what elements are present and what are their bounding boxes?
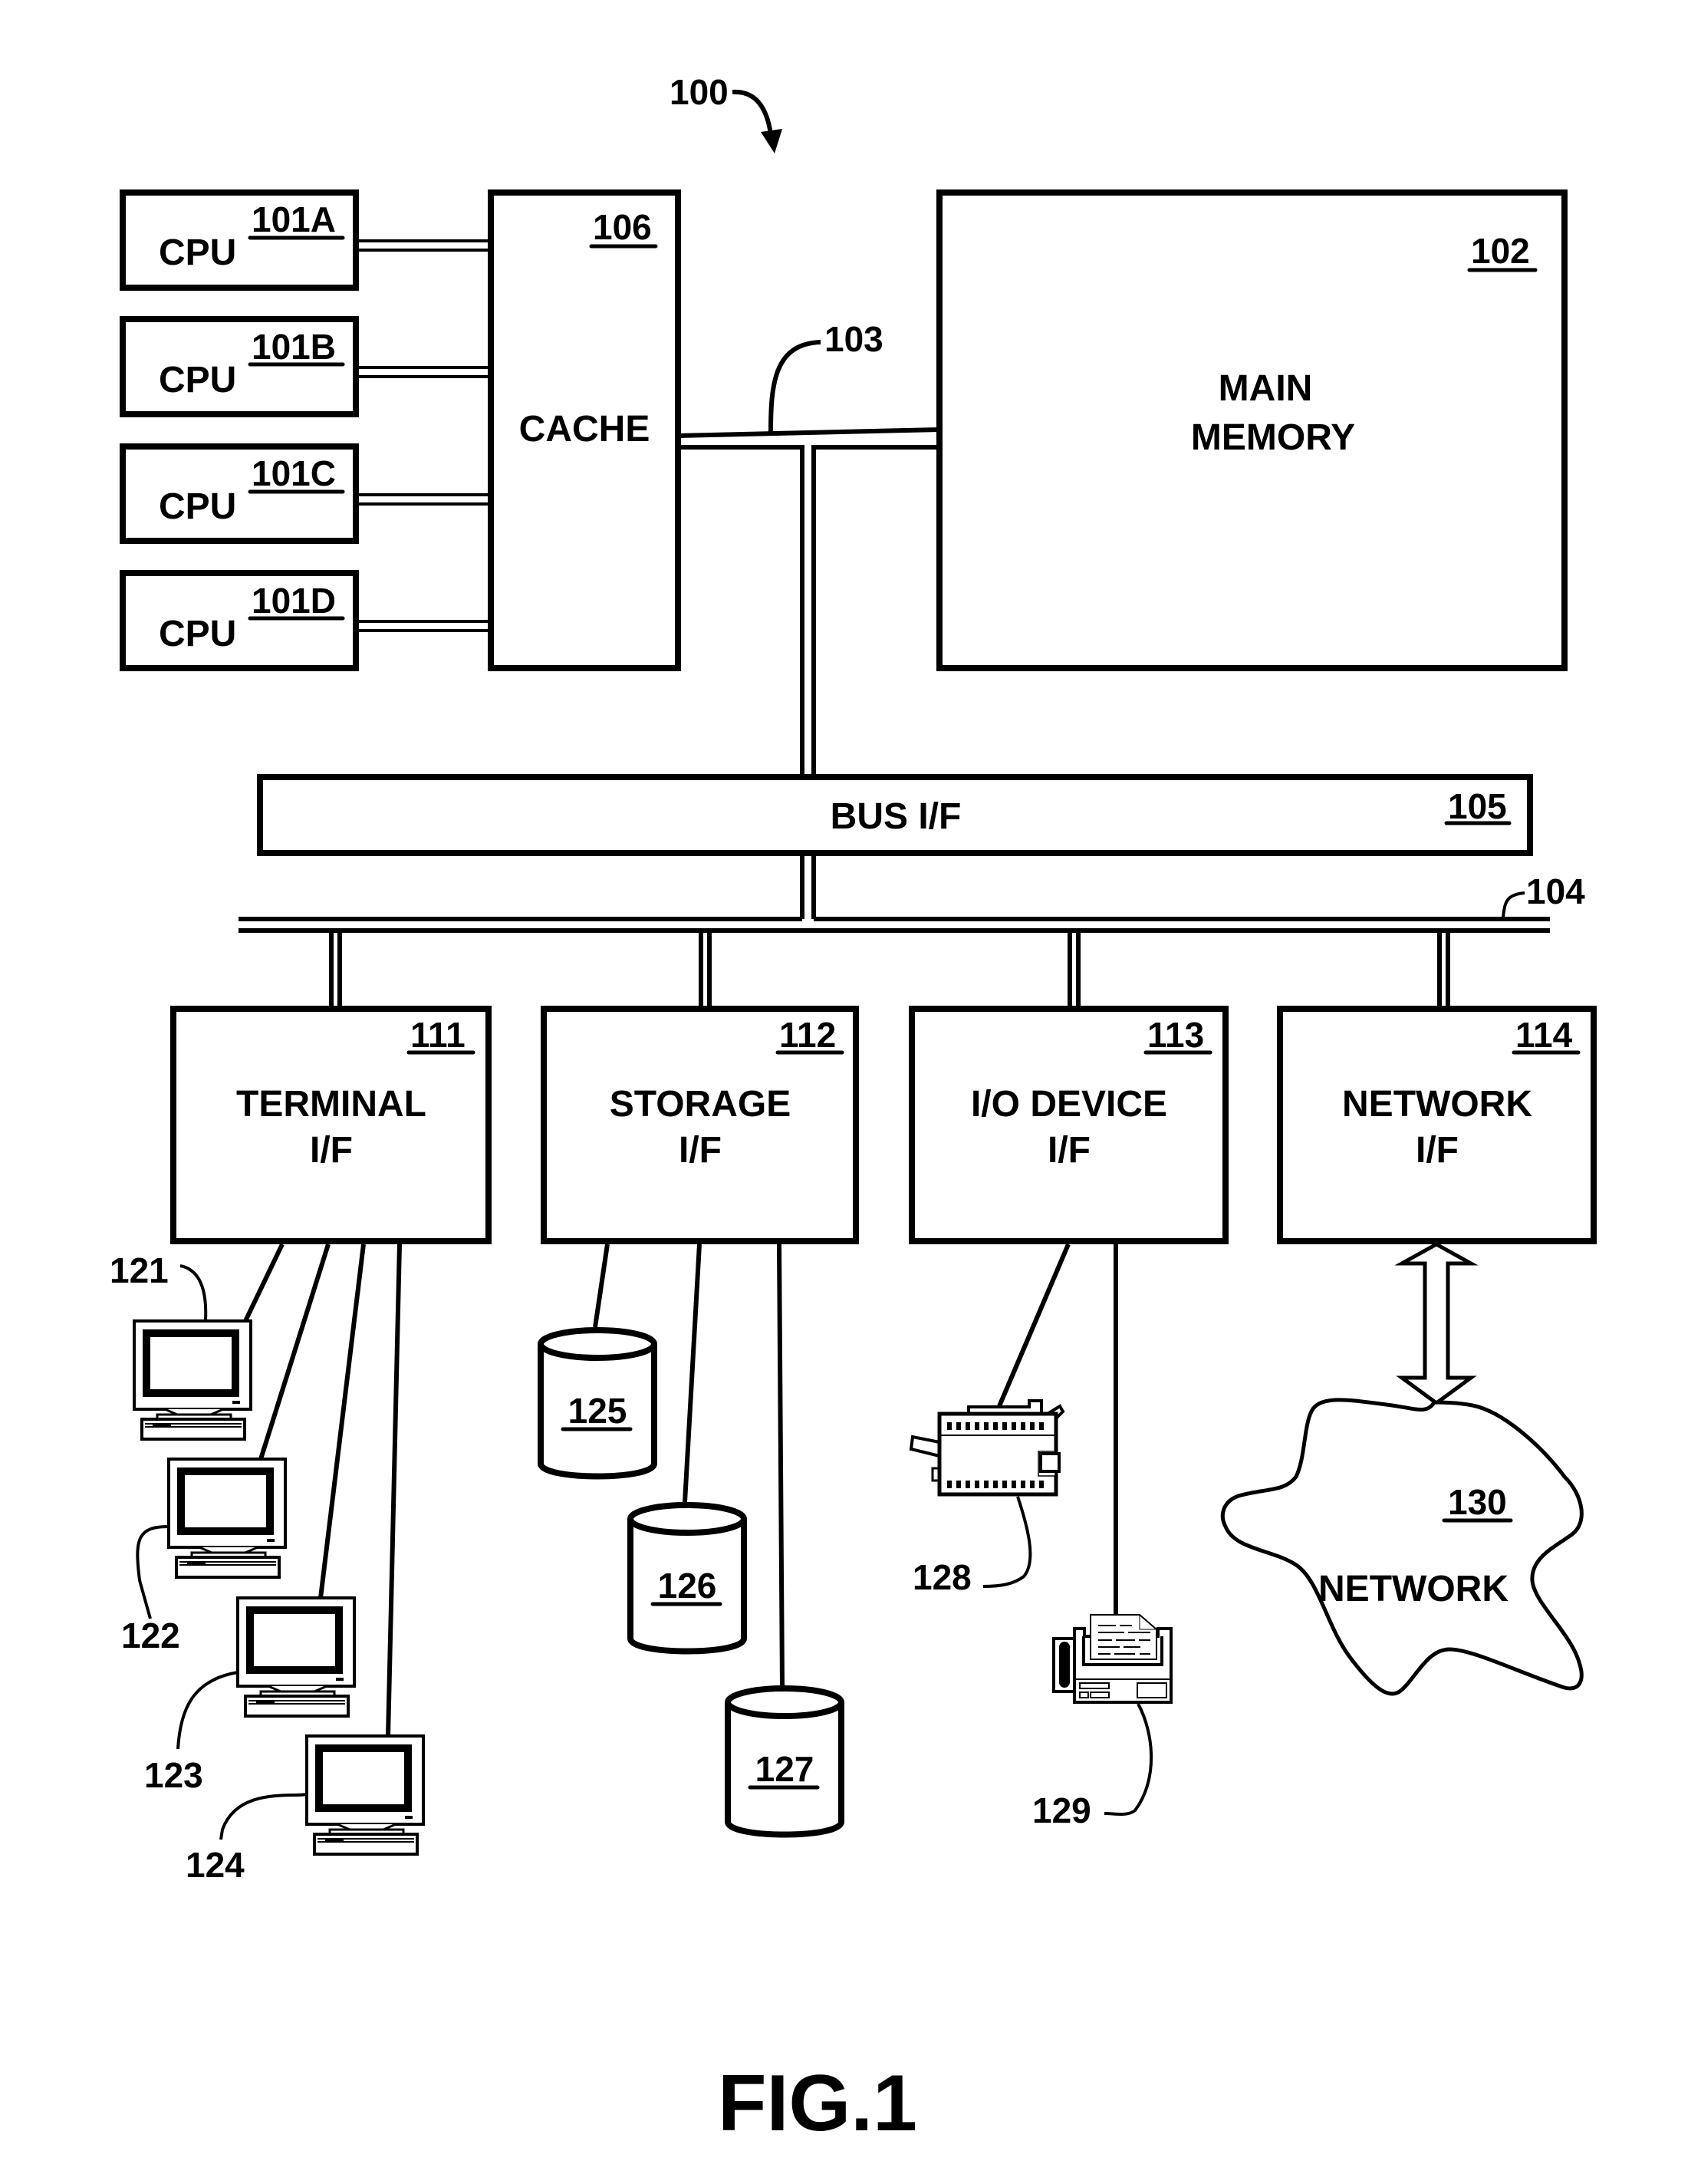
cpu-101c: CPU 101C — [120, 443, 491, 544]
storage-ref: 126 — [658, 1566, 717, 1606]
io-device-interface-113: I/O DEVICE I/F 113 — [909, 1006, 1229, 1244]
terminal-121: 121 — [110, 1250, 251, 1439]
cpu-ref: 101C — [252, 453, 336, 493]
terminal-ref: 124 — [186, 1845, 245, 1885]
memory-bus-leader — [768, 340, 821, 433]
cpu-101d: CPU 101D — [120, 570, 491, 671]
storage-ref: 127 — [755, 1749, 814, 1789]
interface-label-line2: I/F — [679, 1130, 722, 1171]
memory-bus-103: 103 — [677, 319, 940, 777]
interface-ref: 111 — [410, 1015, 466, 1055]
terminal-ref: 121 — [110, 1250, 169, 1290]
cache-106: CACHE 106 — [488, 189, 681, 671]
storage-125: 125 — [541, 1330, 654, 1477]
interface-label-line2: I/F — [1048, 1130, 1091, 1171]
io-device-ref: 128 — [913, 1557, 972, 1597]
interface-label-line1: NETWORK — [1342, 1084, 1532, 1125]
network-interface-114: NETWORK I/F 114 — [1277, 1006, 1597, 1244]
interface-ref: 114 — [1515, 1015, 1573, 1055]
fax-129: 129 — [1032, 1614, 1173, 1830]
cpu-ref: 101A — [252, 199, 336, 239]
interface-ref: 112 — [779, 1015, 836, 1055]
computer-terminal-icon — [134, 1321, 251, 1439]
ref-leader — [176, 1671, 239, 1750]
memory-bus-ref: 103 — [824, 319, 883, 359]
interface-label-line2: I/F — [310, 1130, 353, 1171]
fax-machine-icon — [1052, 1614, 1173, 1704]
ref-leader — [136, 1525, 169, 1619]
storage-127: 127 — [728, 1688, 841, 1835]
system-diagram: 100 CPU 101A CPU 101B CPU 101C CPU 101D — [110, 72, 1597, 2148]
bus-interface-ref: 105 — [1448, 786, 1507, 826]
cpu-label: CPU — [159, 614, 236, 654]
arrowhead-icon — [761, 129, 782, 153]
interface-label-line2: I/F — [1416, 1130, 1459, 1171]
computer-terminal-icon — [169, 1459, 285, 1577]
terminal-124: 124 — [186, 1736, 423, 1885]
io-bus-104: 104 — [239, 853, 1585, 1009]
storage-interface-112: STORAGE I/F 112 — [541, 1006, 859, 1244]
interface-label-line1: TERMINAL — [236, 1084, 426, 1125]
storage-ref: 125 — [568, 1391, 627, 1431]
main-memory-label-line1: MAIN — [1219, 368, 1313, 409]
bus-interface-105: BUS I/F 105 — [257, 774, 1533, 856]
printer-128: 128 — [909, 1399, 1065, 1597]
network-130: NETWORK 130 — [1220, 1398, 1584, 1696]
ref-leader — [179, 1264, 208, 1321]
bus-interface-label: BUS I/F — [831, 796, 962, 837]
ref-leader — [1104, 1703, 1153, 1816]
memory-bus-line — [677, 427, 940, 438]
cpu-101b: CPU 101B — [120, 316, 491, 417]
cpu-label: CPU — [159, 486, 236, 527]
bidirectional-arrow-icon — [1394, 1242, 1479, 1406]
cpu-label: CPU — [159, 232, 236, 273]
io-bus-ref: 104 — [1526, 871, 1585, 911]
cpu-ref: 101B — [252, 327, 336, 367]
main-memory-ref: 102 — [1471, 231, 1530, 271]
cache-label: CACHE — [519, 409, 650, 450]
cpu-ref: 101D — [252, 581, 336, 621]
main-memory-label-line2: MEMORY — [1191, 417, 1355, 458]
io-device-ref: 129 — [1032, 1790, 1091, 1830]
network-cloud-icon — [1220, 1398, 1584, 1696]
io-bus-leader — [1502, 891, 1525, 918]
printer-icon — [909, 1399, 1065, 1497]
interface-label-line1: I/O DEVICE — [971, 1084, 1167, 1125]
figure-caption: FIG.1 — [718, 2059, 917, 2148]
network-ref: 130 — [1448, 1482, 1507, 1522]
cpu-label: CPU — [159, 360, 236, 400]
cpu-101a: CPU 101A — [120, 189, 491, 291]
interface-label-line1: STORAGE — [610, 1084, 791, 1125]
terminal-ref: 122 — [121, 1616, 180, 1655]
ref-leader — [982, 1496, 1032, 1588]
network-label: NETWORK — [1318, 1569, 1509, 1609]
cache-ref: 106 — [593, 207, 652, 247]
terminal-ref: 123 — [144, 1755, 203, 1795]
interface-ref: 113 — [1147, 1015, 1204, 1055]
system-ref-arrow — [732, 89, 773, 135]
system-ref-label: 100 — [670, 72, 729, 112]
ref-leader — [219, 1793, 308, 1840]
storage-126: 126 — [630, 1505, 744, 1652]
computer-terminal-icon — [307, 1736, 423, 1854]
terminal-interface-111: TERMINAL I/F 111 — [170, 1006, 492, 1244]
computer-terminal-icon — [238, 1598, 354, 1716]
main-memory-102: MAIN MEMORY 102 — [936, 189, 1568, 671]
